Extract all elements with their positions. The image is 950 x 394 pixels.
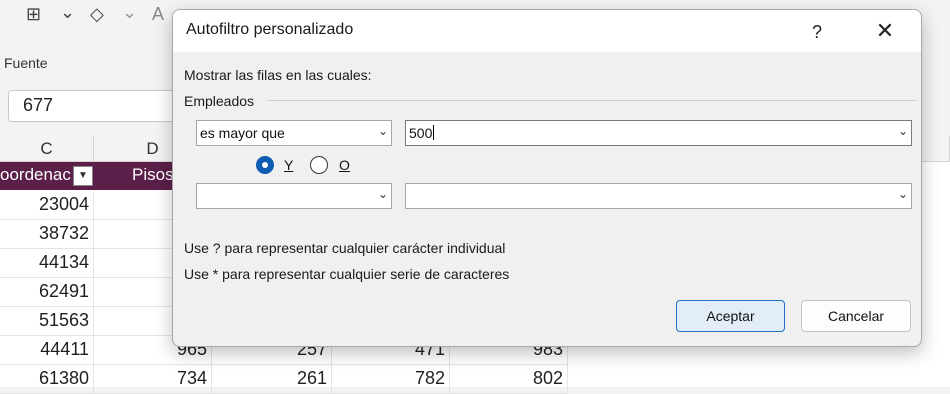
cell-d[interactable]: 734 [94, 365, 212, 394]
font-color-icon[interactable]: A [152, 4, 164, 25]
cell-c[interactable]: 62491 [0, 278, 94, 307]
dialog-titlebar[interactable]: Autofiltro personalizado ? ✕ [173, 10, 921, 52]
column-header-c[interactable]: C [0, 136, 94, 162]
cell-f[interactable]: 782 [332, 365, 450, 394]
chevron-down-icon: ⌄ [377, 124, 388, 138]
and-radio[interactable] [256, 156, 274, 174]
hint-any-chars: Use * para representar cualquier serie d… [184, 266, 510, 282]
instruction-label: Mostrar las filas en las cuales: [184, 67, 372, 83]
hint-single-char: Use ? para representar cualquier carácte… [184, 240, 506, 256]
fill-color-icon[interactable]: ◇ [90, 4, 104, 25]
help-button[interactable]: ? [801, 18, 833, 46]
operator1-select[interactable]: es mayor que ⌄ [196, 120, 392, 146]
ok-button[interactable]: Aceptar [676, 300, 785, 332]
cell-e[interactable]: 261 [212, 365, 332, 394]
chevron-down-icon: ⌄ [897, 124, 908, 138]
and-radio-label[interactable]: Y [284, 157, 293, 173]
fill-color-dropdown-icon[interactable]: ⌄ [122, 2, 137, 23]
font-group-label: Fuente [4, 55, 48, 71]
cell-c[interactable]: 44134 [0, 249, 94, 278]
dialog-title: Autofiltro personalizado [186, 21, 354, 38]
field-name-label: Empleados [184, 93, 255, 109]
borders-icon[interactable]: ⊞ [26, 4, 41, 25]
cell-c[interactable]: 38732 [0, 220, 94, 249]
or-radio-label[interactable]: O [339, 157, 350, 173]
cancel-button[interactable]: Cancelar [801, 300, 911, 332]
value2-combobox[interactable]: ⌄ [405, 183, 912, 209]
cell-c[interactable]: 44411 [0, 336, 94, 365]
chevron-down-icon: ⌄ [897, 187, 908, 201]
cell-g[interactable]: 802 [450, 365, 568, 394]
chevron-down-icon: ⌄ [377, 187, 388, 201]
close-icon[interactable]: ✕ [867, 16, 903, 46]
cell-c[interactable]: 51563 [0, 307, 94, 336]
custom-autofilter-dialog: Autofiltro personalizado ? ✕ Mostrar las… [172, 9, 922, 347]
value1-combobox[interactable]: 500 ⌄ [405, 120, 912, 146]
cell-c[interactable]: 23004 [0, 191, 94, 220]
value1-text: 500 [409, 125, 435, 141]
borders-dropdown-icon[interactable]: ⌄ [60, 2, 75, 23]
or-radio[interactable] [310, 156, 328, 174]
operator1-value: es mayor que [200, 125, 285, 141]
operator2-select[interactable]: ⌄ [196, 183, 392, 209]
cell-c[interactable]: 61380 [0, 365, 94, 394]
group-divider [267, 100, 917, 101]
filter-dropdown-icon[interactable]: ▼ [73, 166, 93, 186]
